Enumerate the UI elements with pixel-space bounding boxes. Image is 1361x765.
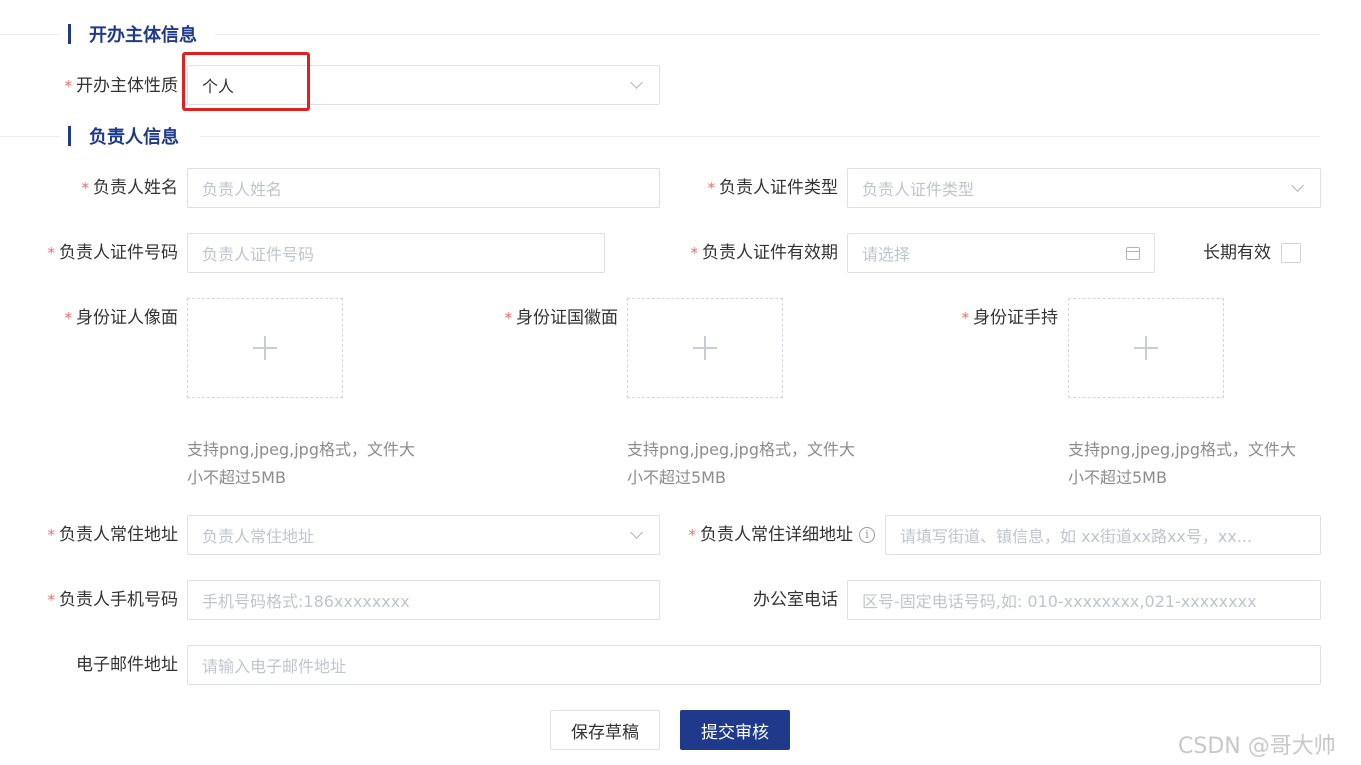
plus-icon: [693, 336, 717, 360]
section-title-person-text: 负责人信息: [89, 127, 179, 148]
chevron-down-icon: [1291, 178, 1304, 192]
id-front-upload[interactable]: [187, 298, 343, 398]
label-office-phone: 办公室电话: [753, 590, 838, 610]
required-mark: *: [64, 309, 73, 327]
plus-icon: [253, 336, 277, 360]
section-title-entity: 开办主体信息: [68, 23, 197, 46]
required-mark: *: [504, 309, 513, 327]
id-validity-placeholder: 请选择: [862, 245, 911, 264]
mobile-input[interactable]: 手机号码格式:186xxxxxxxx: [187, 580, 660, 620]
section-title-person: 负责人信息: [68, 125, 179, 148]
required-mark: *: [690, 244, 699, 262]
office-phone-input[interactable]: 区号-固定电话号码,如: 010-xxxxxxxx,021-xxxxxxxx: [847, 580, 1321, 620]
detail-address-placeholder: 请填写街道、镇信息，如 xx街道xx路xx号，xx...: [900, 527, 1253, 546]
detail-address-input[interactable]: 请填写街道、镇信息，如 xx街道xx路xx号，xx...: [885, 515, 1321, 555]
label-long-term: 长期有效: [1203, 243, 1271, 263]
id-number-placeholder: 负责人证件号码: [202, 245, 315, 264]
label-mobile: * 负责人手机号码: [47, 590, 179, 610]
chevron-down-icon: [630, 525, 643, 539]
label-person-name: * 负责人姓名: [81, 178, 179, 198]
divider: [200, 136, 1320, 137]
id-hand-upload-hint: 支持png,jpeg,jpg格式，文件大 小不超过5MB: [1068, 440, 1296, 487]
required-mark: *: [47, 526, 56, 544]
id-type-placeholder: 负责人证件类型: [862, 180, 975, 199]
plus-icon: [1134, 336, 1158, 360]
id-validity-date-picker[interactable]: 请选择: [847, 233, 1155, 273]
required-mark: *: [64, 77, 73, 95]
address-placeholder: 负责人常住地址: [202, 527, 315, 546]
label-email: 电子邮件地址: [76, 655, 178, 675]
email-input[interactable]: 请输入电子邮件地址: [187, 645, 1321, 685]
person-name-input[interactable]: 负责人姓名: [187, 168, 660, 208]
section-bar: [68, 126, 71, 146]
info-icon[interactable]: i: [859, 527, 875, 543]
save-draft-button[interactable]: 保存草稿: [550, 710, 660, 750]
divider: [0, 136, 60, 137]
divider: [215, 34, 1320, 35]
id-hand-upload[interactable]: [1068, 298, 1224, 398]
id-type-select[interactable]: 负责人证件类型: [847, 168, 1321, 208]
highlight-box: [182, 52, 310, 111]
id-back-upload-hint: 支持png,jpeg,jpg格式，文件大 小不超过5MB: [627, 440, 855, 487]
chevron-down-icon: [630, 75, 643, 89]
required-mark: *: [961, 309, 970, 327]
mobile-placeholder: 手机号码格式:186xxxxxxxx: [202, 592, 410, 611]
label-id-back: * 身份证国徽面: [504, 308, 619, 328]
id-back-upload[interactable]: [627, 298, 783, 398]
watermark: CSDN @哥大帅: [1178, 734, 1336, 759]
email-placeholder: 请输入电子邮件地址: [202, 657, 347, 676]
required-mark: *: [47, 591, 56, 609]
section-bar: [68, 24, 71, 44]
label-detail-address: * 负责人常住详细地址 i: [665, 515, 875, 555]
office-phone-placeholder: 区号-固定电话号码,如: 010-xxxxxxxx,021-xxxxxxxx: [862, 592, 1257, 611]
required-mark: *: [688, 526, 697, 544]
label-id-front: * 身份证人像面: [64, 308, 179, 328]
required-mark: *: [707, 179, 716, 197]
label-entity-nature: * 开办主体性质: [64, 76, 179, 96]
label-address: * 负责人常住地址: [47, 525, 179, 545]
required-mark: *: [47, 244, 56, 262]
id-front-upload-hint: 支持png,jpeg,jpg格式，文件大 小不超过5MB: [187, 440, 415, 487]
address-select[interactable]: 负责人常住地址: [187, 515, 660, 555]
divider: [0, 34, 60, 35]
label-id-number: * 负责人证件号码: [47, 243, 179, 263]
section-title-entity-text: 开办主体信息: [89, 25, 197, 46]
label-id-validity: * 负责人证件有效期: [690, 243, 839, 263]
label-id-type: * 负责人证件类型: [707, 178, 839, 198]
label-id-hand: * 身份证手持: [961, 308, 1059, 328]
calendar-icon: [1126, 246, 1140, 260]
id-number-input[interactable]: 负责人证件号码: [187, 233, 605, 273]
person-name-placeholder: 负责人姓名: [202, 180, 283, 199]
required-mark: *: [81, 179, 90, 197]
long-term-checkbox[interactable]: [1281, 243, 1301, 263]
submit-review-button[interactable]: 提交审核: [680, 710, 790, 750]
